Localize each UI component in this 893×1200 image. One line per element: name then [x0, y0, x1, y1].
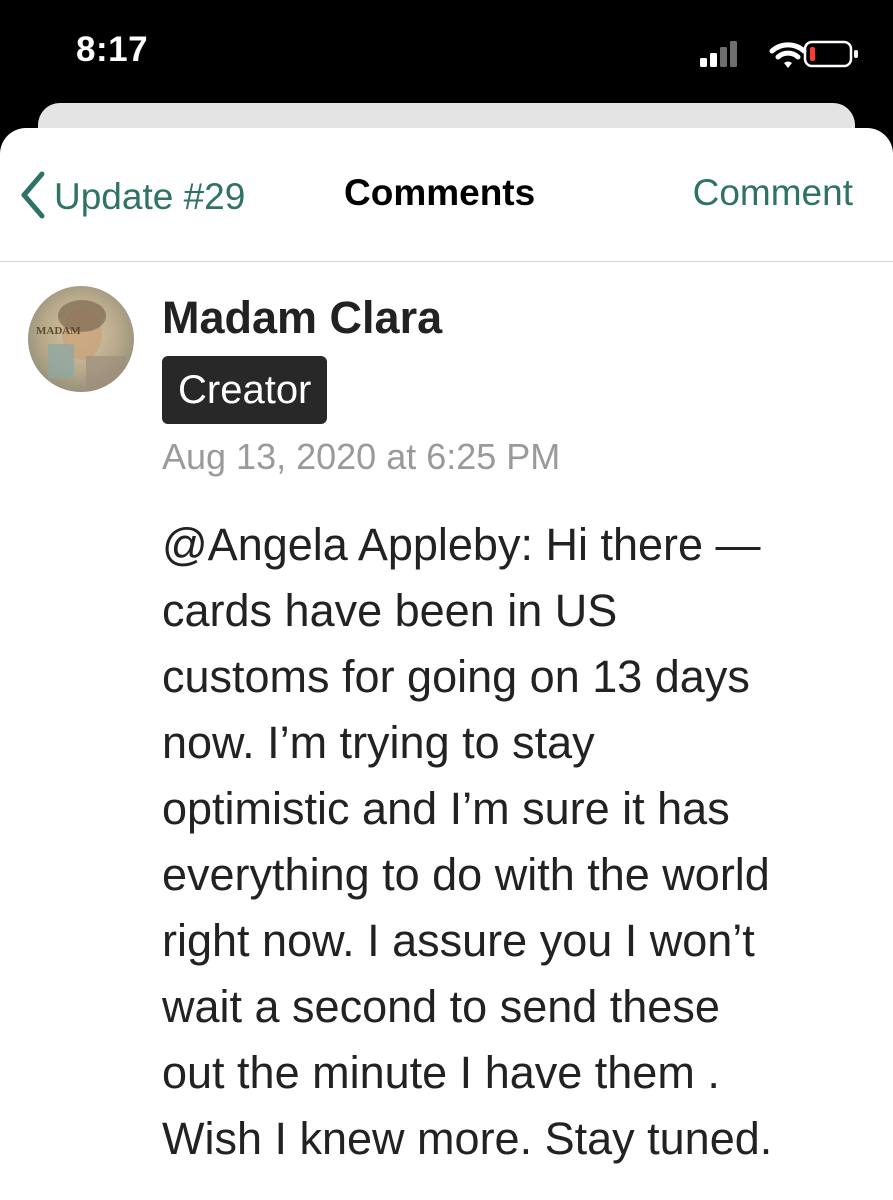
status-bar: 8:17	[0, 0, 893, 104]
wifi-icon	[769, 42, 807, 68]
comment-line: cards have been in US	[162, 585, 618, 636]
back-button-label: Update #29	[54, 176, 246, 217]
author-name[interactable]: Madam Clara	[162, 292, 442, 344]
page-title: Comments	[344, 172, 536, 213]
comment-body: @Angela Appleby: Hi there — cards have b…	[162, 512, 872, 1172]
comment-line: now. I’m trying to stay	[162, 717, 595, 768]
comment-item: MADAM Madam Clara Creator Aug 13, 2020 a…	[0, 262, 893, 1200]
comment-line: customs for going on 13 days	[162, 651, 750, 702]
comment-button[interactable]: Comment	[693, 172, 853, 214]
creator-badge: Creator	[162, 356, 328, 424]
comment-line: right now. I assure you I won’t	[162, 915, 755, 966]
chevron-left-icon	[18, 170, 48, 225]
comment-line: wait a second to send these	[162, 981, 720, 1032]
comment-line: optimistic and I’m sure it has	[162, 783, 730, 834]
comment-line: @Angela Appleby: Hi there —	[162, 519, 761, 570]
nav-bar: Update #29 Comments Comment	[0, 128, 893, 262]
comment-timestamp: Aug 13, 2020 at 6:25 PM	[162, 436, 561, 477]
avatar[interactable]: MADAM	[28, 286, 134, 392]
cellular-signal-icon	[700, 41, 737, 67]
status-time: 8:17	[76, 30, 149, 69]
avatar-logo-text: MADAM	[36, 325, 81, 337]
status-icons	[698, 36, 868, 72]
battery-low-icon	[803, 40, 858, 68]
back-button[interactable]: Update #29	[18, 170, 246, 225]
comment-line: out the minute I have them .	[162, 1047, 720, 1098]
comment-line: Wish I knew more. Stay tuned.	[162, 1113, 773, 1164]
comments-sheet: Update #29 Comments Comment MADAM Madam …	[0, 128, 893, 1200]
comment-line: everything to do with the world	[162, 849, 770, 900]
